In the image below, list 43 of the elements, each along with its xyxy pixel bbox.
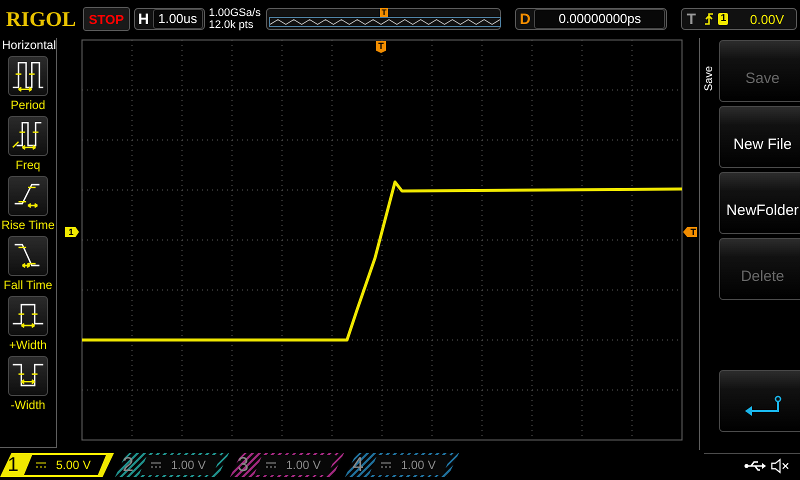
measure-label: Rise Time: [1, 218, 55, 232]
measure-label: +Width: [9, 338, 47, 352]
measure-button[interactable]: [8, 176, 48, 216]
run-stop-button[interactable]: STOP: [83, 7, 130, 31]
channel-tab[interactable]: 1 5.00 V: [0, 453, 114, 477]
memory-depth: 12.0k pts: [208, 19, 254, 31]
trigger-position-marker[interactable]: T: [376, 41, 386, 53]
softkey-button[interactable]: New File: [719, 106, 800, 168]
trigger-label: T: [686, 10, 697, 28]
measure-label: Period: [10, 98, 46, 112]
delay-label: D: [518, 10, 532, 28]
speaker-muted-icon: [770, 458, 790, 474]
rising-edge-icon: [704, 12, 714, 26]
measure-label: Fall Time: [4, 278, 52, 292]
delay-value: 0.00000000ps: [534, 9, 666, 29]
brand-logo: RIGOL: [6, 6, 78, 32]
measure-button[interactable]: [8, 116, 48, 156]
trigger-source-badge: 1: [718, 13, 728, 25]
panel-title: Horizontal: [1, 38, 56, 52]
timebase-value: 1.00us: [152, 9, 203, 29]
trigger-level-marker[interactable]: T: [683, 227, 698, 237]
measure-label: -Width: [10, 398, 46, 412]
back-button[interactable]: [719, 370, 800, 432]
dc-coupling-icon: [151, 462, 161, 468]
measure-button[interactable]: [8, 296, 48, 336]
dc-coupling-icon: [381, 462, 391, 468]
measure-button[interactable]: [8, 356, 48, 396]
sample-rate: 1.00GSa/s: [208, 7, 262, 19]
measure-button[interactable]: [8, 56, 48, 96]
dc-coupling-icon: [36, 462, 46, 468]
dc-coupling-icon: [266, 462, 276, 468]
trigger-display[interactable]: T 1 0.00V: [681, 8, 797, 30]
trigger-position-marker: T: [380, 8, 388, 17]
measure-button[interactable]: [8, 236, 48, 276]
trigger-level: 0.00V: [750, 12, 784, 26]
menu-title: Save: [703, 66, 716, 92]
timebase-display[interactable]: H 1.00us: [134, 8, 205, 30]
usb-icon: [744, 460, 766, 472]
timebase-label: H: [137, 10, 150, 28]
channel-marker[interactable]: 1: [65, 227, 80, 237]
measure-label: Freq: [16, 158, 40, 172]
softkey-button[interactable]: NewFolder: [719, 172, 800, 234]
delay-display[interactable]: D 0.00000000ps: [515, 8, 668, 30]
